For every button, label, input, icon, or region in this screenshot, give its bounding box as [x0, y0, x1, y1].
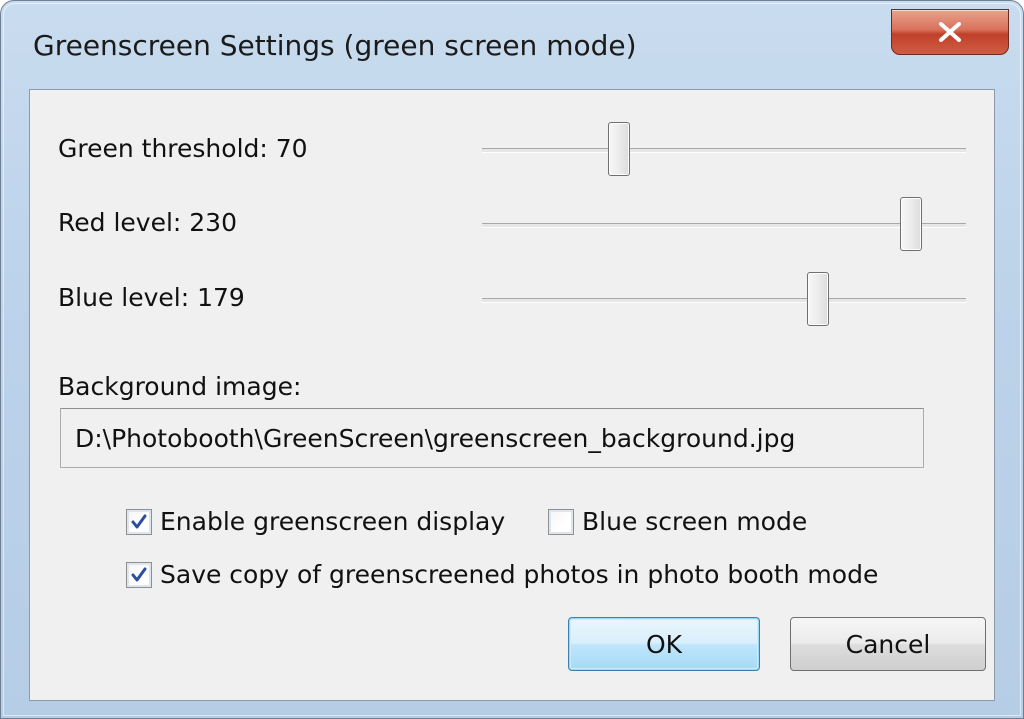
settings-panel: Green threshold: 70 Red level: 230 Blue …: [29, 89, 995, 701]
green-threshold-slider-thumb[interactable]: [608, 122, 631, 176]
blue-level-slider-thumb[interactable]: [806, 272, 829, 326]
red-level-track[interactable]: [482, 223, 966, 228]
save-copy-option[interactable]: Save copy of greenscreened photos in pho…: [126, 560, 878, 589]
background-image-label: Background image:: [58, 372, 302, 401]
red-level-slider-thumb[interactable]: [899, 197, 922, 251]
blue-screen-mode-checkbox[interactable]: [548, 508, 574, 535]
background-image-path-input[interactable]: [60, 408, 924, 468]
green-threshold-label: Green threshold: 70: [58, 134, 308, 163]
blue-screen-mode-option[interactable]: Blue screen mode: [548, 507, 807, 536]
checkmark-icon: [131, 514, 147, 528]
enable-greenscreen-display-checkbox[interactable]: [126, 508, 152, 535]
blue-screen-mode-label: Blue screen mode: [582, 507, 808, 536]
window-title: Greenscreen Settings (green screen mode): [33, 29, 637, 62]
checkmark-icon: [131, 567, 147, 581]
save-copy-label: Save copy of greenscreened photos in pho…: [160, 560, 879, 589]
ok-button[interactable]: OK: [568, 617, 760, 671]
close-button[interactable]: [891, 9, 1009, 55]
green-threshold-track[interactable]: [482, 148, 966, 153]
save-copy-checkbox[interactable]: [126, 561, 152, 588]
blue-level-track[interactable]: [482, 298, 966, 303]
enable-greenscreen-display-label: Enable greenscreen display: [160, 507, 506, 536]
cancel-button[interactable]: Cancel: [790, 617, 986, 671]
enable-greenscreen-display-option[interactable]: Enable greenscreen display: [126, 507, 505, 536]
close-x-icon: [939, 22, 961, 42]
dialog-window: Greenscreen Settings (green screen mode)…: [0, 0, 1024, 719]
blue-level-label: Blue level: 179: [58, 283, 245, 312]
red-level-label: Red level: 230: [58, 208, 237, 237]
